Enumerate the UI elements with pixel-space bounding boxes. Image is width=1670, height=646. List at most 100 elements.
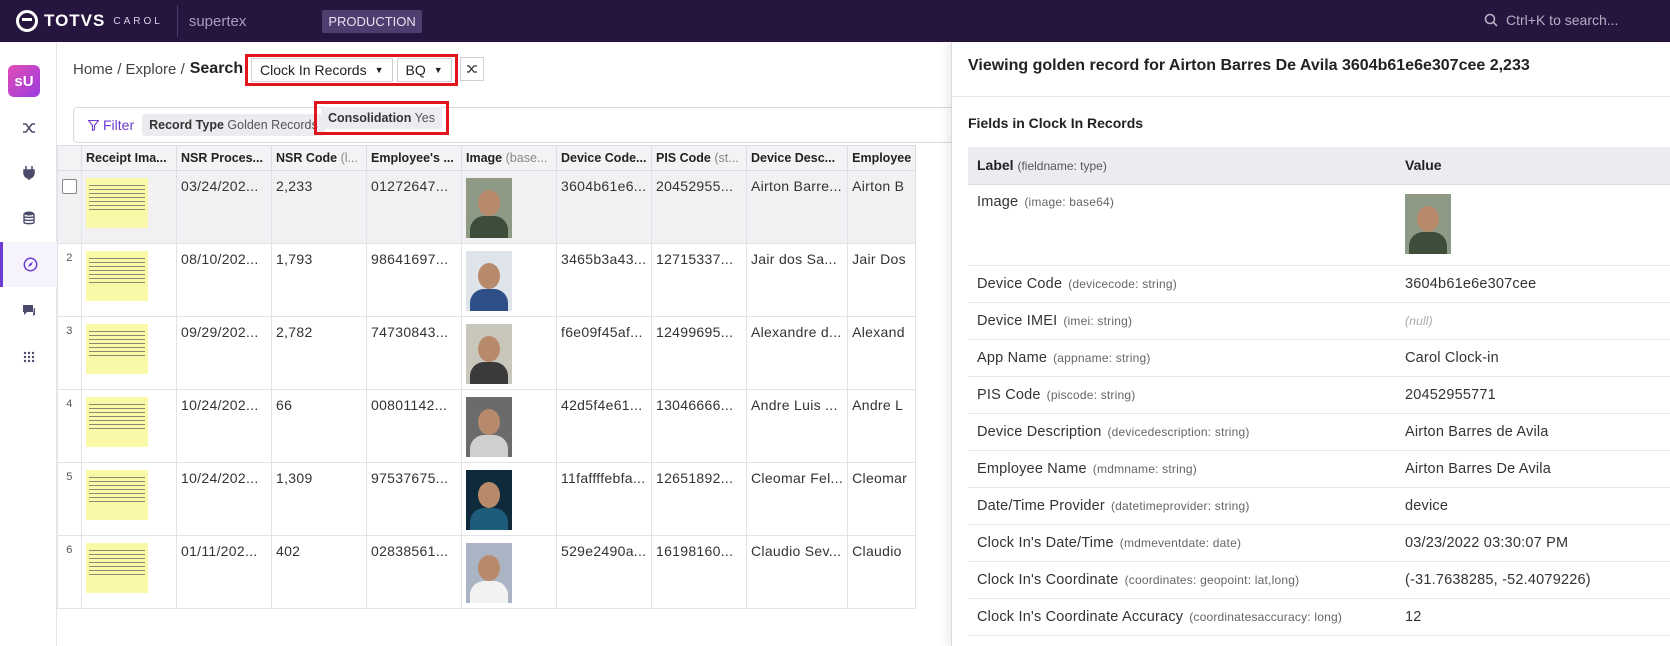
fields-table: Label (fieldname: type) Value Image (imag… (968, 147, 1670, 636)
receipt-image-cell[interactable] (81, 535, 177, 609)
plug-icon (22, 165, 35, 180)
receipt-thumbnail[interactable] (86, 178, 148, 228)
table-row[interactable]: 6 01/11/202... 402 02838561... 529e2490a... 1… (57, 535, 917, 609)
image-cell[interactable] (461, 462, 557, 536)
table-row[interactable]: 03/24/202... 2,233 01272647... 3604b61e6...… (57, 170, 917, 244)
row-index-cell[interactable]: 2 (57, 243, 82, 317)
global-search[interactable]: Ctrl+K to search... (1484, 12, 1618, 28)
row-index-cell[interactable]: 4 (57, 389, 82, 463)
breadcrumb-home[interactable]: Home (73, 61, 113, 78)
receipt-image-cell[interactable] (81, 316, 177, 390)
table-row[interactable]: 4 10/24/202... 66 00801142... 42d5f4e61... 13… (57, 389, 917, 463)
image-cell[interactable] (461, 316, 557, 390)
sidebar-item-connectors[interactable] (0, 105, 57, 150)
field-row: Clock In's Date/Time (mdmeventdate: date)… (968, 524, 1670, 562)
sidebar-item-apps[interactable] (0, 334, 57, 379)
row-index-cell[interactable]: 6 (57, 535, 82, 609)
employee-name-cell: Jair Dos (847, 243, 917, 317)
field-value: Airton Barres de Avila (1396, 413, 1670, 451)
pis-code-cell: 16198160... (651, 535, 747, 609)
receipt-thumbnail[interactable] (86, 543, 148, 593)
receipt-thumbnail[interactable] (86, 324, 148, 374)
employee-photo[interactable] (466, 470, 512, 530)
photo-body (470, 581, 508, 603)
shuffle-icon (467, 65, 477, 73)
totvs-carol-logo[interactable]: TOTVS CAROL (16, 10, 163, 32)
selector-highlight: Clock In Records ▼ BQ ▼ (245, 54, 458, 86)
nsr-code-cell: 66 (271, 389, 367, 463)
chip-key: Record Type (149, 118, 224, 132)
device-description-cell: Airton Barre... (745, 170, 849, 244)
breadcrumb-explore[interactable]: Explore (126, 61, 177, 78)
image-cell[interactable] (461, 243, 557, 317)
image-cell[interactable] (461, 535, 557, 609)
employee-photo[interactable] (466, 324, 512, 384)
field-value-image[interactable] (1396, 184, 1670, 266)
filter-chip-record-type[interactable]: Record Type Golden Records (142, 114, 325, 136)
column-header[interactable]: Employee's ... (366, 145, 462, 171)
filter-button[interactable]: Filter (88, 117, 134, 133)
chip-key: Consolidation (328, 111, 412, 125)
receipt-image-cell[interactable] (81, 170, 177, 244)
column-header[interactable]: Receipt Ima... (81, 145, 177, 171)
photo-head (478, 263, 500, 289)
receipt-thumbnail[interactable] (86, 397, 148, 447)
row-checkbox[interactable] (62, 179, 77, 194)
logo-text: TOTVS (44, 11, 106, 30)
funnel-icon (88, 119, 99, 131)
photo-head (478, 482, 500, 508)
field-type: (mdmeventdate: date) (1119, 535, 1242, 550)
photo-body (470, 289, 508, 311)
row-index-cell[interactable]: 3 (57, 316, 82, 390)
filter-chip-consolidation[interactable]: Consolidation Yes (321, 107, 442, 129)
pis-code-cell: 12651892... (651, 462, 747, 536)
database-icon (22, 211, 35, 224)
column-header[interactable]: Employee (847, 145, 917, 171)
employee-photo[interactable] (466, 397, 512, 457)
image-cell[interactable] (461, 170, 557, 244)
explore-main: Home / Explore / Search Clock In Records… (57, 42, 951, 646)
photo-body (470, 508, 508, 530)
row-index-cell[interactable]: 5 (57, 462, 82, 536)
receipt-thumbnail[interactable] (86, 251, 148, 301)
nsr-code-cell: 402 (271, 535, 367, 609)
column-header[interactable]: NSR Proces... (176, 145, 272, 171)
column-header[interactable]: NSR Code (l... (271, 145, 367, 171)
device-code-cell: 42d5f4e61... (556, 389, 652, 463)
column-header[interactable]: PIS Code (st... (651, 145, 747, 171)
receipt-image-cell[interactable] (81, 389, 177, 463)
row-index: 4 (66, 398, 73, 410)
filter-button-label: Filter (103, 117, 135, 133)
field-type: (coordinatesaccuracy: long) (1189, 609, 1343, 624)
receipt-image-cell[interactable] (81, 462, 177, 536)
sidebar-item-explore[interactable] (0, 242, 57, 287)
sidebar-item-data[interactable] (0, 195, 57, 240)
employee-name-cell: Cleomar (847, 462, 917, 536)
employee-photo[interactable] (466, 543, 512, 603)
employee-photo[interactable] (466, 251, 512, 311)
entity-dropdown[interactable]: Clock In Records ▼ (251, 58, 393, 82)
column-header[interactable]: Image (base... (461, 145, 557, 171)
receipt-thumbnail[interactable] (86, 470, 148, 520)
column-header[interactable]: Device Code... (556, 145, 652, 171)
table-row[interactable]: 5 10/24/202... 1,309 97537675... 11faffffebf… (57, 462, 917, 536)
row-index-cell[interactable] (57, 170, 82, 244)
sidebar-item-messages[interactable] (0, 288, 57, 333)
table-row[interactable]: 3 09/29/202... 2,782 74730843... f6e09f45af.… (57, 316, 917, 390)
app-badge[interactable]: sU (8, 65, 40, 97)
field-value: device (1396, 487, 1670, 525)
breadcrumb: Home / Explore / Search (73, 60, 243, 78)
employee-photo[interactable] (466, 178, 512, 238)
receipt-image-cell[interactable] (81, 243, 177, 317)
column-header[interactable]: Device Desc... (745, 145, 849, 171)
field-label-cell: Image (image: base64) (968, 184, 1396, 266)
table-row[interactable]: 2 08/10/202... 1,793 98641697... 3465b3a43..… (57, 243, 917, 317)
switch-view-button[interactable] (460, 57, 484, 81)
tenant-name[interactable]: supertex (189, 13, 247, 30)
golden-record-photo[interactable] (1405, 193, 1451, 254)
sidebar-item-integrations[interactable] (0, 150, 57, 195)
source-dropdown[interactable]: BQ ▼ (396, 58, 452, 82)
fields-header-label: Label (fieldname: type) (968, 147, 1396, 185)
image-cell[interactable] (461, 389, 557, 463)
shuffle-icon (22, 122, 35, 133)
